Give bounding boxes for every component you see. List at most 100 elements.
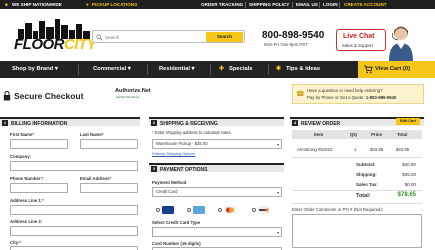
label-text: Email Address	[80, 176, 110, 181]
order-comments-label: Enter Order Comments or PO # (Not Requir…	[292, 207, 383, 212]
shipping-method-select[interactable]: Warehouse Pickup - $35.00 ▾	[152, 139, 282, 149]
cart-icon	[364, 65, 373, 74]
company-label: Company:	[10, 154, 32, 159]
address2-field[interactable]	[10, 226, 138, 236]
live-chat-subtitle: Sales & Support	[342, 43, 374, 48]
nav-specials[interactable]: Specials	[229, 66, 253, 72]
total-label: Total:	[356, 193, 371, 199]
payment-method-select[interactable]: Credit Card ▾	[152, 187, 282, 197]
section-title: BILLING INFORMATION	[11, 120, 68, 127]
divider	[147, 64, 148, 75]
divider	[268, 64, 269, 75]
label-text: City:	[10, 240, 20, 245]
nav-residential[interactable]: Residential ▾	[159, 66, 194, 72]
col-item: Item	[314, 132, 324, 137]
amex-radio[interactable]	[187, 208, 191, 212]
cart-count: 0	[404, 66, 409, 72]
divider	[78, 64, 79, 75]
section-number: 3	[151, 166, 157, 172]
billing-section-header: 1 BILLING INFORMATION	[0, 117, 140, 127]
nav-tips-ideas[interactable]: Tips & Ideas	[286, 66, 320, 72]
email-label: Email Address*	[80, 176, 112, 181]
section-number: 2	[151, 120, 157, 126]
discover-radio[interactable]	[252, 208, 256, 212]
login-link[interactable]: LOGIN	[323, 2, 338, 7]
divider	[245, 1, 246, 8]
search-icon	[96, 33, 103, 41]
help-question: Have a question or need help ordering?	[307, 88, 383, 93]
nav-commercial[interactable]: Commercial ▾	[93, 66, 131, 72]
pin-icon: ●	[86, 2, 89, 7]
last-name-field[interactable]	[80, 139, 138, 149]
edit-cart-button[interactable]: Edit Cart	[396, 118, 420, 125]
page-title: Secure Checkout	[14, 91, 84, 101]
section-number: 1	[2, 120, 8, 126]
nav-label: Residential	[159, 66, 190, 72]
main-nav: Shop by Brand ▾ Commercial ▾ Residential…	[0, 61, 435, 78]
divider	[292, 190, 422, 191]
support-agent-avatar	[389, 26, 413, 61]
row-qty: 1	[354, 147, 357, 152]
col-price: Price	[371, 132, 383, 137]
header-phone[interactable]: 800-898-9540	[262, 30, 324, 41]
row-total: $43.85	[396, 147, 410, 152]
search-button[interactable]: Search	[206, 32, 243, 42]
nav-shop-by-brand[interactable]: Shop by Brand ▾	[12, 66, 58, 72]
authnet-name: Authorize.Net	[115, 88, 151, 94]
refresh-shipping-link[interactable]: Refresh Shipping Options	[152, 152, 195, 156]
cart-text: View Cart	[375, 66, 402, 72]
city-field[interactable]	[10, 246, 138, 250]
divider	[210, 64, 211, 75]
nav-label: Commercial	[93, 66, 127, 72]
live-chat-button[interactable]: Live Chat Sales & Support	[336, 29, 386, 51]
first-name-label: First Name*	[10, 132, 34, 137]
authorize-net-seal[interactable]: Authorize.Net Verified Merchant	[115, 88, 151, 101]
address1-label: Address Line 1:*	[10, 198, 44, 203]
visa-card-icon	[162, 206, 174, 214]
review-table-header: Item Qty Price Total	[292, 130, 422, 139]
phone-label: Phone Number:*	[10, 176, 44, 181]
shipping-policy-link[interactable]: SHIPPING POLICY	[249, 2, 289, 7]
create-account-link[interactable]: CREATE ACCOUNT	[344, 2, 387, 7]
payment-method-value: Credit Card	[156, 189, 178, 194]
divider	[339, 1, 340, 8]
mastercard-radio[interactable]	[218, 208, 222, 212]
section-title: REVIEW ORDER	[301, 120, 341, 127]
section-title: PAYMENT OPTIONS	[160, 166, 208, 173]
first-name-field[interactable]	[10, 139, 68, 149]
phone-field[interactable]	[10, 183, 68, 193]
email-us-link[interactable]: EMAIL US	[296, 2, 318, 7]
sales-tax-value: $0.00	[404, 182, 416, 187]
specials-icon: ✚	[219, 66, 224, 72]
order-tracking-link[interactable]: ORDER TRACKING	[201, 2, 243, 7]
help-phone-number[interactable]: 1-800-986-9540	[366, 95, 397, 100]
pickup-locations-link[interactable]: PICKUP LOCATIONS	[92, 2, 137, 7]
visa-radio[interactable]	[156, 208, 160, 212]
row-price: $43.85	[370, 147, 384, 152]
row-item[interactable]: Armstrong #51910	[297, 147, 332, 152]
header-hours: Mon-Fri 7am-5pm PST	[264, 42, 308, 47]
label-text: Last Name	[80, 132, 102, 137]
section-title: SHIPPING & RECEIVING	[160, 120, 218, 127]
lock-icon	[3, 91, 11, 101]
search-input[interactable]	[105, 33, 205, 41]
floorcity-logo[interactable]: FLOORCITY	[14, 36, 97, 53]
help-phone-prefix: Pay by Phone or Get a Quote:	[307, 95, 365, 100]
amex-card-icon	[193, 206, 205, 214]
shipping-label: Shipping:	[356, 172, 377, 177]
nav-label: Shop by Brand	[12, 66, 54, 72]
phone-icon: ☎	[296, 91, 305, 98]
help-box: ☎ Have a question or need help ordering?…	[292, 84, 424, 104]
address1-field[interactable]	[10, 205, 138, 215]
card-type-select[interactable]: ▾	[152, 227, 282, 237]
company-field[interactable]	[10, 161, 138, 171]
payment-section-header: 3 PAYMENT OPTIONS	[149, 163, 284, 173]
logo-floor-text: FLOOR	[14, 36, 65, 53]
order-comments-field[interactable]	[292, 214, 422, 248]
site-header: FLOORCITY Search 800-898-9540 Mon-Fri 7a…	[0, 9, 435, 61]
view-cart-button[interactable]: View Cart (0)	[358, 61, 435, 78]
mastercard-icon	[224, 206, 236, 214]
email-field[interactable]	[80, 183, 138, 193]
subtotal-value: $40.80	[402, 162, 416, 167]
section-number: 4	[292, 120, 298, 126]
